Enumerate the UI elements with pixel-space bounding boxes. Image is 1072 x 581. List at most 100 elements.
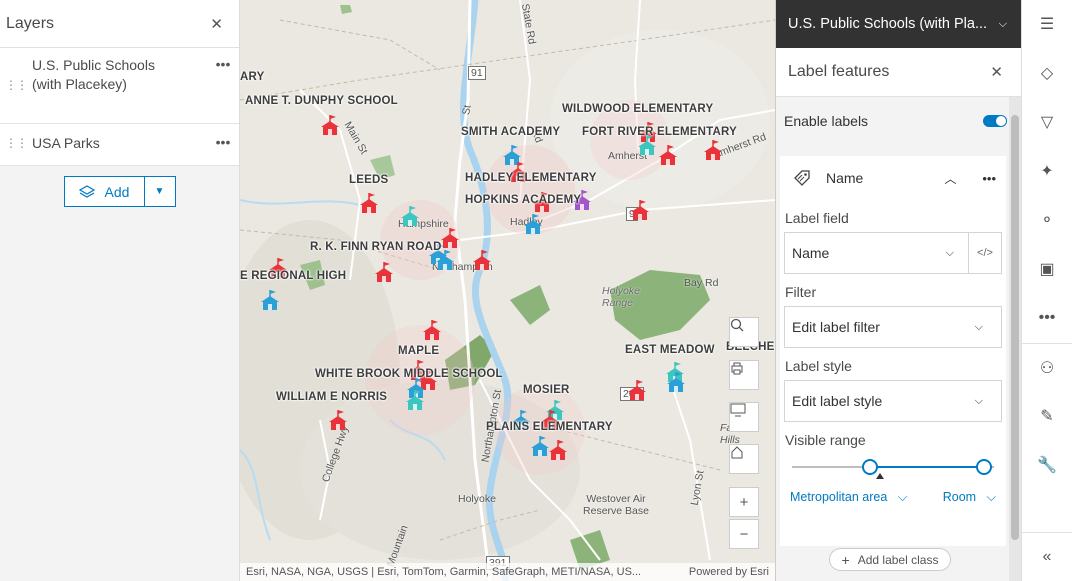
panel-title: Label features	[788, 63, 890, 80]
school-marker[interactable]	[405, 390, 425, 412]
filter-button[interactable]: ▽	[1022, 98, 1072, 147]
popups-icon: ▣	[1039, 261, 1055, 278]
school-marker[interactable]	[374, 262, 394, 284]
school-marker[interactable]	[627, 380, 647, 402]
close-icon[interactable]: ✕	[210, 15, 223, 33]
add-layer-button[interactable]: Add	[65, 177, 145, 206]
range-max-select[interactable]: Room ⌵	[943, 490, 996, 505]
school-marker[interactable]	[530, 436, 550, 458]
plus-icon: +	[841, 551, 850, 568]
school-label: WILLIAM E NORRIS	[276, 391, 388, 403]
zoom-out-button[interactable]: −	[729, 519, 759, 549]
layer-selector-title: U.S. Public Schools (with Pla...	[788, 16, 988, 32]
print-button[interactable]	[729, 360, 759, 390]
school-marker[interactable]	[260, 290, 280, 312]
place-label-westover: Westover Air Reserve Base	[583, 493, 649, 517]
range-min-select[interactable]: Metropolitan area ⌵	[790, 490, 907, 505]
layer-item-parks[interactable]: ⋮⋮ USA Parks •••	[0, 124, 239, 166]
styles-button[interactable]: ◇	[1022, 49, 1072, 98]
school-marker[interactable]	[637, 135, 657, 157]
fields-icon: ⚇	[1039, 359, 1055, 377]
panel-scrollbar[interactable]	[1009, 97, 1021, 581]
zoom-in-button[interactable]: +	[729, 487, 759, 517]
enable-labels-label: Enable labels	[784, 113, 869, 129]
school-marker[interactable]	[422, 320, 442, 342]
chevron-down-icon[interactable]: ▼	[145, 177, 175, 206]
label-field-heading: Label field	[785, 210, 849, 226]
drag-handle-icon[interactable]: ⋮⋮	[0, 56, 32, 92]
label-style-heading: Label style	[785, 358, 852, 374]
layer-selector[interactable]: U.S. Public Schools (with Pla... ⌵	[776, 0, 1021, 48]
add-label: Add	[104, 183, 130, 200]
school-marker[interactable]	[703, 140, 723, 162]
chevron-up-icon[interactable]: ︿	[944, 170, 956, 187]
search-button[interactable]	[729, 317, 759, 347]
close-icon[interactable]: ✕	[990, 63, 1003, 81]
settings-button[interactable]: 🔧	[1022, 441, 1072, 490]
panel-header: Label features ✕	[776, 48, 1021, 97]
enable-labels-toggle[interactable]	[983, 115, 1007, 127]
attribution-text: Esri, NASA, NGA, USGS | Esri, TomTom, Ga…	[246, 566, 642, 578]
school-marker[interactable]	[400, 206, 420, 228]
chevron-down-icon: ⌵	[998, 17, 1007, 30]
range-labels: Metropolitan area ⌵ Room ⌵	[780, 490, 1006, 505]
school-marker[interactable]	[435, 250, 455, 272]
map-view[interactable]: Hampshire Northampton Hadley Amherst Hol…	[240, 0, 775, 581]
label-features-panel: U.S. Public Schools (with Pla... ⌵ Label…	[775, 0, 1021, 581]
tag-icon	[794, 170, 810, 186]
school-marker[interactable]	[523, 214, 543, 236]
label-class-header[interactable]: Name ︿ •••	[780, 156, 1006, 200]
collapse-button[interactable]: «	[1022, 532, 1072, 581]
popups-button[interactable]: ▣	[1022, 245, 1072, 294]
school-marker[interactable]	[472, 250, 492, 272]
school-label: EAST MEADOW	[625, 344, 715, 356]
school-label: WHITE BROOK MIDDLE SCHOOL	[315, 368, 503, 380]
search-icon	[730, 318, 744, 332]
layers-icon	[78, 184, 95, 198]
school-marker[interactable]	[328, 410, 348, 432]
visible-range-slider[interactable]	[784, 454, 1002, 490]
layers-panel: Layers ✕ ⋮⋮ U.S. Public Schools (with Pl…	[0, 0, 240, 581]
layer-label: USA Parks	[32, 135, 100, 151]
attribution-bar: Esri, NASA, NGA, USGS | Esri, TomTom, Ga…	[240, 563, 775, 581]
properties-button[interactable]: ☰	[1022, 0, 1072, 49]
drag-handle-icon[interactable]: ⋮⋮	[0, 134, 32, 150]
range-max-handle	[976, 459, 992, 475]
range-min-value: Metropolitan area	[790, 490, 888, 504]
layer-label: U.S. Public Schools (with Placekey)	[32, 57, 155, 92]
school-marker[interactable]	[630, 200, 650, 222]
more-options-icon[interactable]: •••	[207, 56, 239, 72]
more-options-icon[interactable]: •••	[982, 171, 996, 186]
school-label: SMITH ACADEMY	[461, 126, 561, 138]
powered-by[interactable]: Powered by Esri	[689, 566, 769, 578]
home-button[interactable]	[729, 444, 759, 474]
expression-button[interactable]: </>	[969, 233, 1001, 273]
add-label-class-button[interactable]: + Add label class	[829, 548, 951, 571]
fields-button[interactable]: ⚇	[1022, 343, 1072, 392]
school-marker[interactable]	[359, 193, 379, 215]
effects-button[interactable]: ✦	[1022, 147, 1072, 196]
label-field-dropdown[interactable]: Name ⌵	[785, 233, 969, 273]
school-marker[interactable]	[548, 440, 568, 462]
properties-icon: ☰	[1039, 16, 1055, 33]
layers-title: Layers	[6, 14, 55, 32]
sketch-icon: ✎	[1040, 408, 1054, 425]
school-label: HOPKINS ACADEMY	[465, 194, 582, 206]
monitor-icon	[730, 403, 746, 417]
school-marker[interactable]	[658, 145, 678, 167]
chevron-down-icon: ⌵	[945, 246, 954, 259]
more-options-icon[interactable]: •••	[207, 134, 239, 150]
school-marker[interactable]	[666, 372, 686, 394]
layer-item-schools[interactable]: ⋮⋮ U.S. Public Schools (with Placekey) •…	[0, 48, 239, 124]
more-tools-button[interactable]: •••	[1022, 294, 1072, 343]
label-filter-dropdown[interactable]: Edit label filter ⌵	[784, 306, 1002, 348]
school-label: MOSIER	[523, 384, 570, 396]
sketch-button[interactable]: ✎	[1022, 392, 1072, 441]
code-icon: </>	[977, 247, 993, 259]
fullscreen-button[interactable]	[729, 402, 759, 432]
layers-header: Layers ✕	[0, 0, 239, 48]
clustering-button[interactable]: ⚬	[1022, 196, 1072, 245]
school-marker[interactable]	[320, 115, 340, 137]
label-style-dropdown[interactable]: Edit label style ⌵	[784, 380, 1002, 422]
scrollbar-thumb[interactable]	[1011, 115, 1019, 540]
